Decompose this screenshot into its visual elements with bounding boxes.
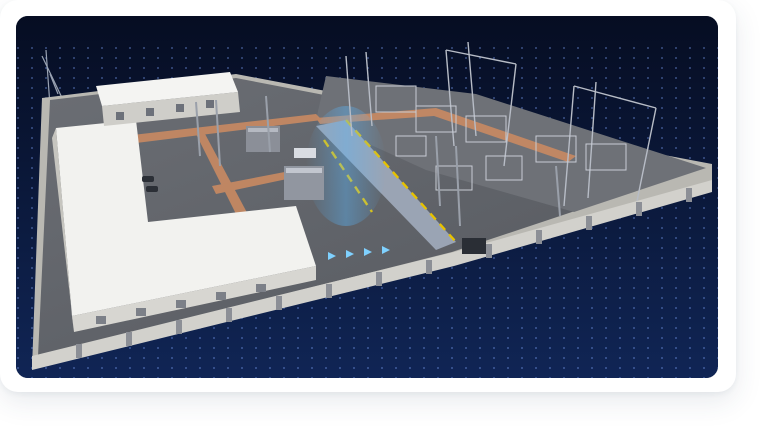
- substation-scene: [16, 16, 718, 378]
- entrance-gate: [462, 238, 486, 254]
- substation-illustration: [16, 16, 718, 378]
- image-card: [0, 0, 736, 392]
